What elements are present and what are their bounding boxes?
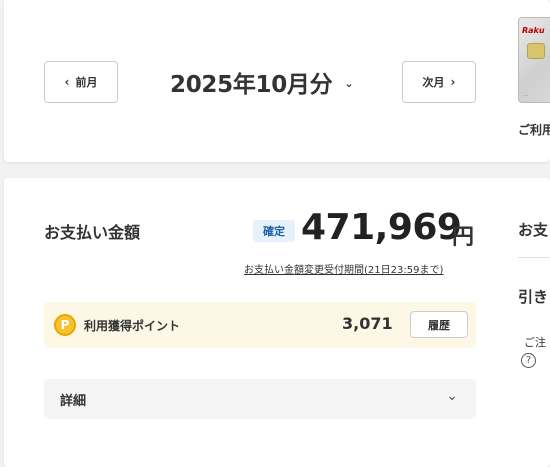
divider	[518, 257, 550, 258]
credit-card-image[interactable]: Raku ····	[518, 17, 550, 103]
usage-label: ご利用	[518, 123, 550, 137]
month-dropdown[interactable]: 2025年10月分 ⌄	[170, 64, 354, 100]
chevron-down-icon: ⌄	[344, 76, 354, 90]
next-month-button[interactable]: 次月 ›	[402, 61, 476, 103]
rakuten-point-icon: P	[54, 314, 76, 336]
points-label: 利用獲得ポイント	[84, 319, 181, 333]
payment-amount: 471,969	[301, 207, 462, 248]
status-badge: 確定	[253, 220, 295, 242]
chevron-right-icon: ›	[450, 75, 456, 89]
right-column-subheading: 引き	[518, 288, 549, 306]
next-month-label: 次月	[422, 76, 445, 89]
details-label: 詳細	[60, 394, 87, 409]
chevron-left-icon: ‹	[64, 75, 70, 89]
previous-month-label: 前月	[75, 76, 98, 89]
payment-amount-label: お支払い金額	[44, 223, 141, 242]
card-brand-logo: Raku	[522, 26, 545, 35]
payment-summary-card: お支払い金額 確定 471,969 円 お支払い金額変更受付期間(21日23:5…	[4, 178, 550, 467]
right-column-heading: お支	[518, 221, 549, 239]
payment-change-period-link[interactable]: お支払い金額変更受付期間(21日23:59まで)	[244, 261, 443, 276]
month-selector-card: ‹ 前月 2025年10月分 ⌄ 次月 › Raku ···· ご利用	[4, 0, 550, 162]
card-fine-print: ····	[523, 93, 529, 98]
points-box: P 利用獲得ポイント 3,071 履歴	[44, 302, 476, 348]
card-chip-icon	[527, 43, 545, 59]
right-column-note: ご注	[524, 336, 546, 349]
previous-month-button[interactable]: ‹ 前月	[44, 61, 118, 103]
month-title: 2025年10月分	[170, 72, 333, 98]
points-history-button[interactable]: 履歴	[410, 311, 468, 338]
points-value: 3,071	[342, 314, 393, 333]
help-icon[interactable]: ?	[521, 353, 536, 368]
details-accordion[interactable]: 詳細 ⌄	[44, 379, 476, 419]
chevron-down-icon: ⌄	[446, 388, 458, 404]
currency-unit: 円	[452, 225, 475, 250]
